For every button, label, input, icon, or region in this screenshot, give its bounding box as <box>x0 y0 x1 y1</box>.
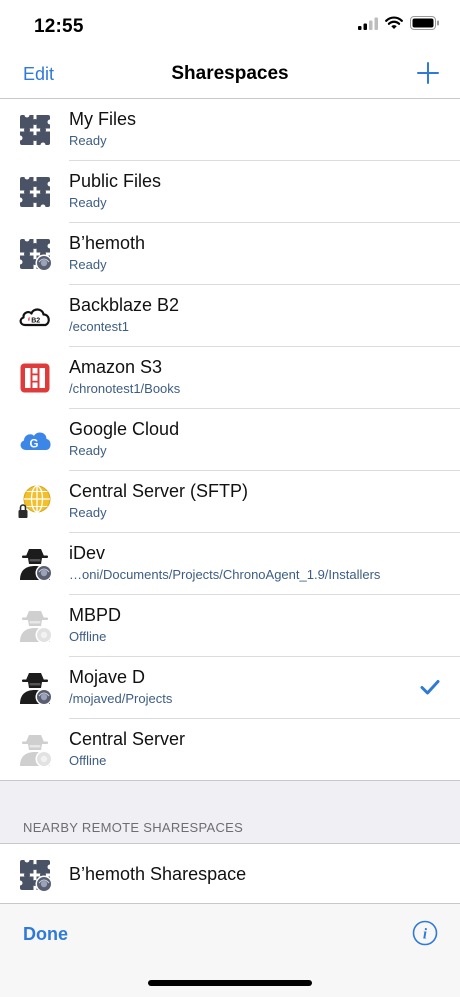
globe-lock-icon <box>18 485 51 518</box>
sharespace-subtitle: Ready <box>69 505 107 520</box>
sharespace-title: Amazon S3 <box>69 357 163 377</box>
agent-offline-icon <box>20 735 53 768</box>
sharespace-title: iDev <box>69 543 106 563</box>
nearby-sharespace-title: B’hemoth Sharespace <box>69 864 247 884</box>
navigation-bar: Edit Sharespaces <box>0 50 460 99</box>
google-cloud-icon: G <box>20 432 51 451</box>
puzzle-remote-icon <box>17 236 53 272</box>
amazon-s3-icon <box>20 363 50 393</box>
add-icon[interactable] <box>416 61 440 85</box>
sharespace-subtitle: /econtest1 <box>69 319 129 334</box>
sharespace-subtitle: /chronotest1/Books <box>69 381 181 396</box>
puzzle-icon <box>17 112 53 148</box>
sharespace-list: My Files Ready Public Files Ready B’hemo… <box>0 99 460 781</box>
sharespace-row-mojave-d[interactable]: Mojave D /mojaved/Projects <box>0 657 460 719</box>
checkmark-icon <box>420 680 440 695</box>
sharespace-row-amazon-s3[interactable]: Amazon S3 /chronotest1/Books <box>0 347 460 409</box>
info-icon[interactable]: i <box>412 920 438 946</box>
sharespace-title: MBPD <box>69 605 122 625</box>
sharespace-subtitle: Ready <box>69 133 107 148</box>
sharespace-row-my-files[interactable]: My Files Ready <box>0 99 460 161</box>
sharespace-title: Mojave D <box>69 667 146 687</box>
page-title: Sharespaces <box>171 63 289 84</box>
status-time: 12:55 <box>34 16 84 37</box>
svg-text:i: i <box>423 927 428 943</box>
svg-text:B2: B2 <box>31 318 40 325</box>
sharespace-subtitle: Ready <box>69 443 107 458</box>
agent-icon <box>20 549 53 582</box>
sharespace-row-central-server-sftp[interactable]: Central Server (SFTP) Ready <box>0 471 460 533</box>
agent-offline-icon <box>20 611 53 644</box>
svg-text:G: G <box>30 439 39 451</box>
puzzle-icon <box>17 174 53 210</box>
sharespace-row-central-server[interactable]: Central Server Offline <box>0 719 460 781</box>
puzzle-remote-icon <box>17 857 53 893</box>
sharespace-title: Central Server <box>69 729 186 749</box>
sharespace-subtitle: Offline <box>69 629 107 644</box>
sharespace-title: My Files <box>69 109 136 129</box>
sharespace-subtitle: /mojaved/Projects <box>69 691 173 706</box>
sharespace-row-public-files[interactable]: Public Files Ready <box>0 161 460 223</box>
wifi-icon <box>385 16 403 29</box>
sharespace-row-bhemoth[interactable]: B’hemoth Ready <box>0 223 460 285</box>
nearby-sharespace-row[interactable]: B’hemoth Sharespace <box>0 843 460 904</box>
status-bar: 12:55 <box>0 0 460 50</box>
sharespace-subtitle: …oni/Documents/Projects/ChronoAgent_1.9/… <box>69 567 381 582</box>
sharespace-subtitle: Ready <box>69 195 107 210</box>
done-button[interactable]: Done <box>23 924 68 945</box>
sharespace-row-mbpd[interactable]: MBPD Offline <box>0 595 460 657</box>
sharespace-row-backblaze-b2[interactable]: B2 Backblaze B2 /econtest1 <box>0 285 460 347</box>
home-indicator <box>148 980 312 986</box>
sharespace-title: Google Cloud <box>69 419 180 439</box>
backblaze-b2-icon: B2 <box>19 308 50 327</box>
battery-icon <box>410 16 439 30</box>
agent-icon <box>20 673 53 706</box>
sharespace-subtitle: Ready <box>69 257 107 272</box>
sharespace-title: Public Files <box>69 171 162 191</box>
sharespace-row-idev[interactable]: iDev …oni/Documents/Projects/ChronoAgent… <box>0 533 460 595</box>
sharespace-title: Central Server (SFTP) <box>69 481 249 501</box>
status-indicators <box>358 16 440 30</box>
sharespace-title: B’hemoth <box>69 233 146 253</box>
signal-icon <box>358 17 378 30</box>
sharespace-subtitle: Offline <box>69 753 107 768</box>
sharespace-title: Backblaze B2 <box>69 295 180 315</box>
section-header-nearby: NEARBY REMOTE SHARESPACES <box>23 820 244 835</box>
sharespace-row-google-cloud[interactable]: G Google Cloud Ready <box>0 409 460 471</box>
